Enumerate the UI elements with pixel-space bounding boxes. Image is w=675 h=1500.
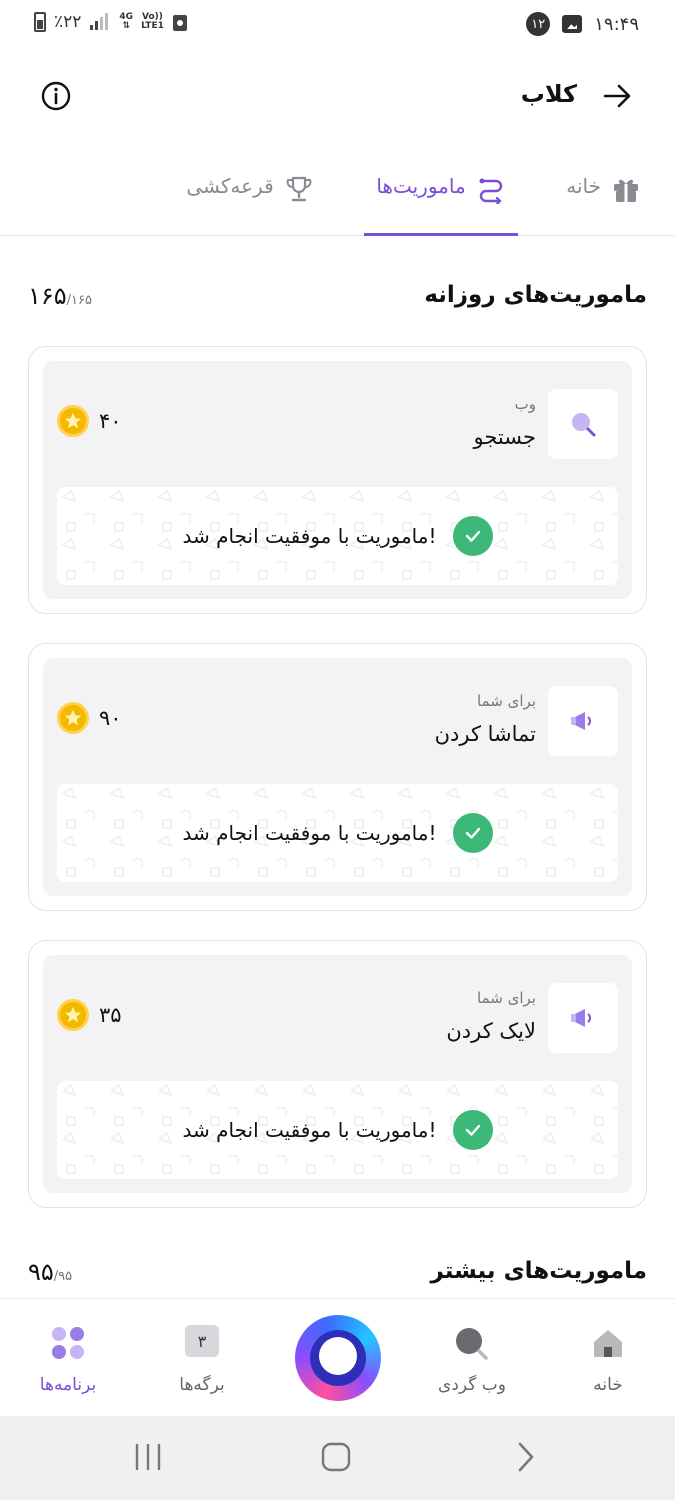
nav-home-label: خانه	[593, 1375, 623, 1395]
info-icon[interactable]	[40, 80, 72, 112]
status-bar: ٪۲۲ 4G ⇅ Vo)) LTE1 ۱۲ ۱۹:۴۹	[0, 0, 675, 52]
check-icon	[452, 1110, 493, 1150]
nav-apps-label: برنامه‌ها	[39, 1375, 97, 1395]
mission-card-body: برای شما لایک کردن ۳۵ ماموریت با موفقیت …	[43, 955, 632, 1193]
center-logo-button[interactable]	[295, 1315, 381, 1401]
mission-status-box: ماموریت با موفقیت انجام شد!	[57, 487, 618, 585]
mission-status-content: ماموریت با موفقیت انجام شد!	[57, 487, 618, 585]
more-count-value: ۹۵	[28, 1258, 54, 1286]
nav-web-browse[interactable]: وب گردی	[412, 1299, 532, 1417]
status-left: ٪۲۲ 4G ⇅ Vo)) LTE1	[34, 12, 188, 32]
megaphone-icon	[571, 1009, 591, 1027]
check-icon	[452, 516, 493, 556]
nav-home[interactable]: خانه	[548, 1299, 668, 1417]
recent-apps-icon[interactable]	[132, 1440, 164, 1474]
tab-raffle-label: قرعه‌کشی	[186, 174, 274, 198]
volte-indicator: Vo)) LTE1	[141, 12, 164, 31]
megaphone-icon	[571, 712, 591, 730]
gift-icon	[614, 179, 638, 202]
apps-grid-icon	[52, 1327, 84, 1359]
mission-icon-box	[548, 983, 618, 1053]
more-count-total: /۹۵	[53, 1269, 73, 1284]
mission-icon-box	[548, 389, 618, 459]
search-icon	[572, 413, 596, 437]
tab-home-label: خانه	[566, 174, 601, 198]
search-icon	[456, 1328, 488, 1360]
page-title: کلاب	[520, 80, 577, 108]
recycle-icon	[172, 15, 187, 31]
mission-status-text: ماموریت با موفقیت انجام شد!	[182, 1118, 437, 1142]
app-header: کلاب	[0, 66, 675, 126]
mission-status-text: ماموریت با موفقیت انجام شد!	[182, 524, 437, 548]
tab-raffle[interactable]: قرعه‌کشی	[180, 160, 320, 236]
home-icon	[594, 1330, 622, 1357]
battery-level: ٪۲۲	[54, 12, 82, 32]
mission-card[interactable]: برای شما لایک کردن ۳۵ ماموریت با موفقیت …	[28, 940, 647, 1208]
tab-missions-label: ماموریت‌ها	[376, 174, 466, 198]
mission-card-body: برای شما تماشا کردن ۹۰ ماموریت با موفقیت…	[43, 658, 632, 896]
more-missions-header: ماموریت‌های بیشتر ۹۵/۹۵	[28, 1258, 647, 1298]
mission-points: ۴۰	[57, 405, 122, 437]
mission-icon-box	[548, 686, 618, 756]
mission-status-box: ماموریت با موفقیت انجام شد!	[57, 1081, 618, 1179]
mission-status-text: ماموریت با موفقیت انجام شد!	[182, 821, 437, 845]
nav-tabs[interactable]: ۳ برگه‌ها	[142, 1299, 262, 1417]
daily-count-total: /۱۶۵	[66, 293, 92, 308]
daily-missions-header: ماموریت‌های روزانه ۱۶۵/۱۶۵	[28, 282, 647, 322]
tab-missions[interactable]: ماموریت‌ها	[364, 160, 518, 236]
trophy-icon	[286, 176, 312, 202]
image-icon	[562, 15, 583, 33]
daily-count-value: ۱۶۵	[28, 282, 67, 310]
nav-tabs-label: برگه‌ها	[179, 1375, 225, 1395]
status-right: ۱۲ ۱۹:۴۹	[526, 12, 639, 36]
nav-web-label: وب گردی	[438, 1375, 506, 1395]
back-button-icon[interactable]	[510, 1440, 542, 1474]
mission-category: برای شما	[477, 692, 536, 710]
home-button-icon[interactable]	[320, 1440, 352, 1474]
star-coin-icon	[57, 999, 89, 1031]
back-arrow-icon[interactable]	[599, 78, 635, 114]
network-type: 4G ⇅	[119, 12, 134, 31]
daily-missions-title: ماموریت‌های روزانه	[424, 282, 647, 308]
more-missions-title: ماموریت‌های بیشتر	[430, 1258, 647, 1284]
nav-apps[interactable]: برنامه‌ها	[8, 1299, 128, 1417]
mission-card[interactable]: وب جستجو ۴۰ ماموریت با موفقیت انجام شد!	[28, 346, 647, 614]
mission-status-content: ماموریت با موفقیت انجام شد!	[57, 1081, 618, 1179]
mission-points-value: ۹۰	[99, 706, 122, 730]
mission-status-box: ماموریت با موفقیت انجام شد!	[57, 784, 618, 882]
tab-bar: خانه ماموریت‌ها قرعه‌کشی	[0, 160, 675, 236]
mission-points-value: ۳۵	[99, 1003, 122, 1027]
system-navigation-bar	[0, 1416, 675, 1500]
check-icon	[452, 813, 493, 853]
more-missions-count: ۹۵/۹۵	[28, 1258, 72, 1286]
signal-icon	[90, 13, 109, 30]
star-coin-icon	[57, 405, 89, 437]
mission-status-content: ماموریت با موفقیت انجام شد!	[57, 784, 618, 882]
mission-category: برای شما	[477, 989, 536, 1007]
route-icon	[479, 178, 502, 204]
mission-points: ۹۰	[57, 702, 122, 734]
mission-card-body: وب جستجو ۴۰ ماموریت با موفقیت انجام شد!	[43, 361, 632, 599]
mission-card[interactable]: برای شما تماشا کردن ۹۰ ماموریت با موفقیت…	[28, 643, 647, 911]
battery-icon	[34, 12, 46, 32]
daily-missions-count: ۱۶۵/۱۶۵	[28, 282, 92, 310]
mission-title: تماشا کردن	[434, 722, 536, 746]
mission-title: جستجو	[473, 425, 536, 449]
mission-title: لایک کردن	[446, 1019, 536, 1043]
mission-points-value: ۴۰	[99, 409, 122, 433]
star-coin-icon	[57, 702, 89, 734]
mission-points: ۳۵	[57, 999, 122, 1031]
bottom-navigation: خانه وب گردی ۳ برگه‌ها برنامه‌ها	[0, 1298, 675, 1416]
notification-count-badge: ۱۲	[526, 12, 551, 36]
mission-category: وب	[514, 395, 536, 413]
clock: ۱۹:۴۹	[594, 13, 639, 35]
tabs-count-icon: ۳	[185, 1325, 219, 1357]
tab-home[interactable]: خانه	[501, 160, 641, 236]
